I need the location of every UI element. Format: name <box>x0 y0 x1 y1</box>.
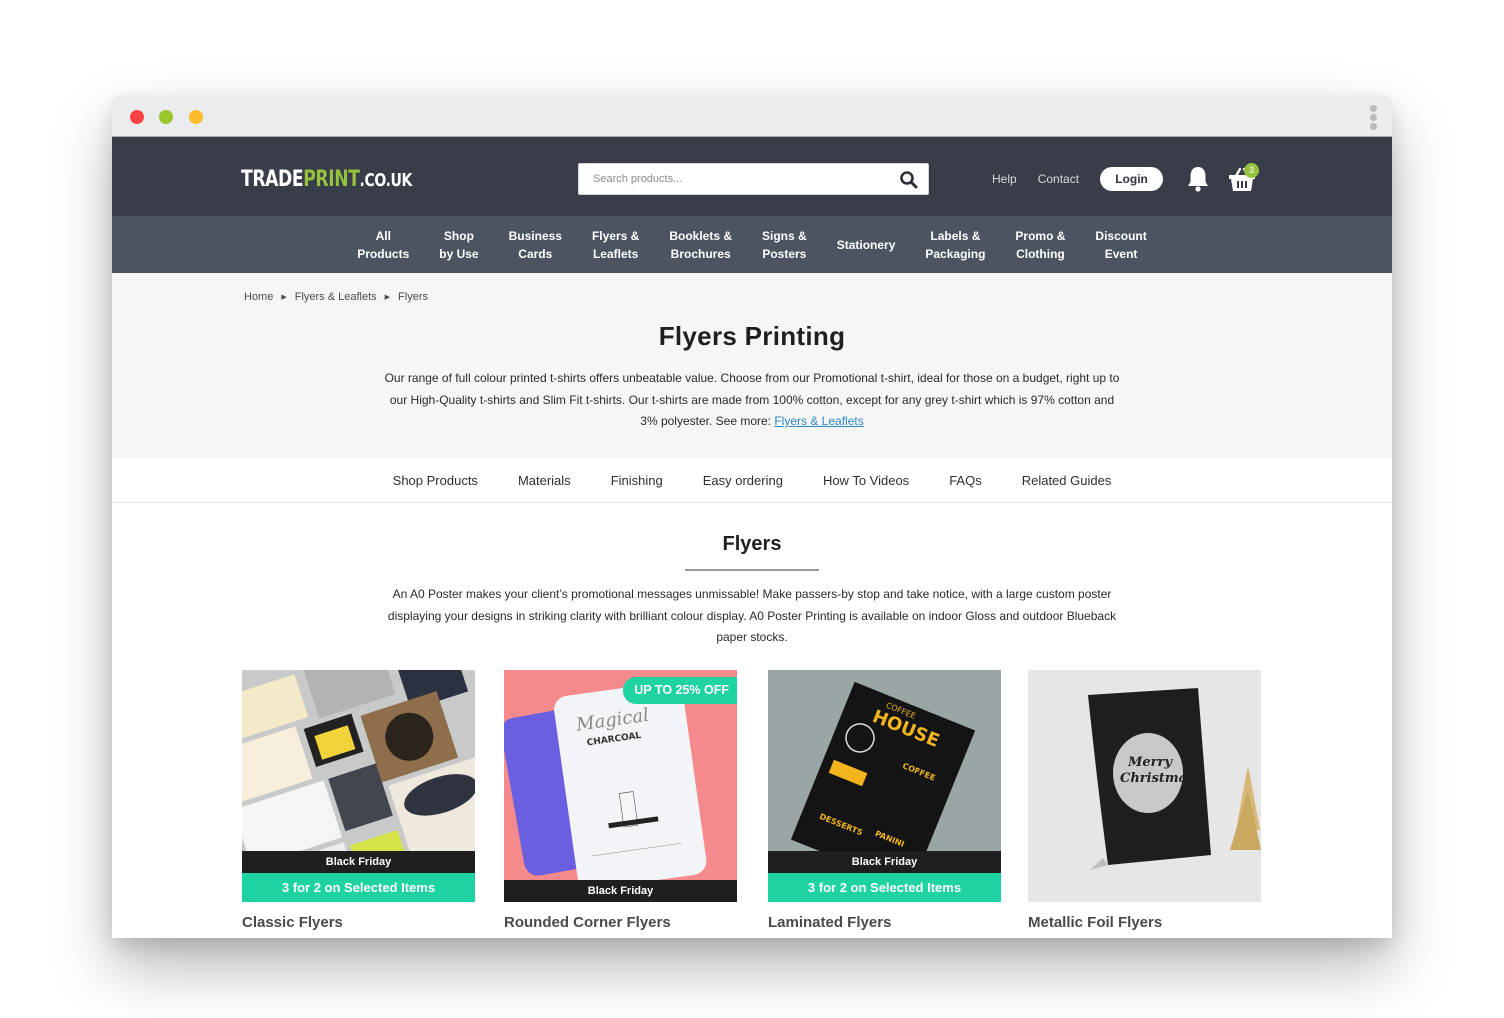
breadcrumb-separator-icon: ▶ <box>281 294 287 301</box>
nav-item-shop-by-use[interactable]: Shop by Use <box>424 227 493 263</box>
product-image[interactable]: Black Friday 3 for 2 on Selected Items <box>242 670 475 902</box>
section-tabs: Shop Products Materials Finishing Easy o… <box>112 458 1392 503</box>
main-nav: All Products Shop by Use Business Cards … <box>112 216 1392 273</box>
product-image[interactable]: Merry Christmas <box>1028 670 1261 902</box>
breadcrumb-current: Flyers <box>398 291 428 303</box>
page-title: Flyers Printing <box>658 321 846 351</box>
nav-item-stationery[interactable]: Stationery <box>822 236 911 254</box>
nav-item-promo-clothing[interactable]: Promo & Clothing <box>1000 227 1080 263</box>
nav-item-labels-packaging[interactable]: Labels & Packaging <box>910 227 1000 263</box>
logo-print-text: PRINT <box>303 167 360 192</box>
product-image[interactable]: Magical CHARCOAL UP TO 25% OFF Black Fri… <box>504 670 737 902</box>
browser-titlebar <box>112 95 1392 137</box>
bell-icon[interactable] <box>1186 165 1210 193</box>
breadcrumb: Home ▶ Flyers & Leaflets ▶ Flyers <box>244 291 428 303</box>
hero-section: Home ▶ Flyers & Leaflets ▶ Flyers Flyers… <box>112 273 1392 458</box>
kebab-menu-icon[interactable] <box>1370 105 1378 132</box>
cart-count-badge: 3 <box>1244 163 1259 178</box>
maximize-window-button[interactable] <box>189 110 203 124</box>
tab-related-guides[interactable]: Related Guides <box>1022 473 1112 488</box>
breadcrumb-separator-icon: ▶ <box>384 294 391 301</box>
tab-how-to-videos[interactable]: How To Videos <box>823 473 909 488</box>
header-links: Help Contact Login <box>992 166 1164 192</box>
product-card-laminated-flyers[interactable]: HOUSE COFFEE COFFEE PANINI DESSERTS Blac… <box>768 670 1001 931</box>
product-name[interactable]: Metallic Foil Flyers <box>1028 914 1261 931</box>
product-name[interactable]: Laminated Flyers <box>768 914 1001 931</box>
minimize-window-button[interactable] <box>159 110 173 124</box>
product-name[interactable]: Rounded Corner Flyers <box>504 914 737 931</box>
nav-item-signs-posters[interactable]: Signs & Posters <box>747 227 822 263</box>
black-friday-badge: Black Friday <box>768 851 1001 873</box>
tab-easy-ordering[interactable]: Easy ordering <box>703 473 783 488</box>
browser-window: TRADEPRINT.CO.UK Help Contact Login 3 Al… <box>112 95 1392 938</box>
tab-shop-products[interactable]: Shop Products <box>393 473 478 488</box>
black-friday-badge: Black Friday <box>504 880 737 902</box>
nav-item-flyers-leaflets[interactable]: Flyers & Leaflets <box>577 227 654 263</box>
search-input[interactable] <box>579 164 879 194</box>
hero-description: Our range of full colour printed t-shirt… <box>382 368 1122 433</box>
hero-description-text: Our range of full colour printed t-shirt… <box>384 371 1120 428</box>
site-logo[interactable]: TRADEPRINT.CO.UK <box>241 167 412 194</box>
products-section: Flyers An A0 Poster makes your client’s … <box>112 503 1392 938</box>
product-image[interactable]: HOUSE COFFEE COFFEE PANINI DESSERTS Blac… <box>768 670 1001 902</box>
tab-materials[interactable]: Materials <box>518 473 571 488</box>
section-description: An A0 Poster makes your client’s promoti… <box>387 587 1117 644</box>
search-icon[interactable] <box>899 170 919 190</box>
product-card-rounded-corner-flyers[interactable]: Magical CHARCOAL UP TO 25% OFF Black Fri… <box>504 670 737 931</box>
logo-tld-text: .CO.UK <box>359 170 413 191</box>
promo-band: 3 for 2 on Selected Items <box>242 873 475 902</box>
tab-faqs[interactable]: FAQs <box>949 473 982 488</box>
tab-finishing[interactable]: Finishing <box>611 473 663 488</box>
product-name[interactable]: Classic Flyers <box>242 914 475 931</box>
see-more-link[interactable]: Flyers & Leaflets <box>774 414 863 428</box>
nav-item-business-cards[interactable]: Business Cards <box>494 227 577 263</box>
breadcrumb-home[interactable]: Home <box>244 291 273 303</box>
section-divider <box>685 569 819 571</box>
login-button[interactable]: Login <box>1100 167 1164 191</box>
help-link[interactable]: Help <box>992 172 1017 186</box>
nav-item-booklets-brochures[interactable]: Booklets & Brochures <box>654 227 747 263</box>
search-box <box>578 163 929 195</box>
close-window-button[interactable] <box>130 110 144 124</box>
basket-icon[interactable]: 3 <box>1228 163 1260 193</box>
nav-item-discount-event[interactable]: Discount Event <box>1080 227 1161 263</box>
nav-item-all-products[interactable]: All Products <box>342 227 424 263</box>
product-card-classic-flyers[interactable]: Black Friday 3 for 2 on Selected Items C… <box>242 670 475 931</box>
site-header: TRADEPRINT.CO.UK Help Contact Login 3 <box>112 137 1392 216</box>
logo-trade-text: TRADE <box>241 167 304 192</box>
section-title: Flyers <box>722 533 782 555</box>
breadcrumb-flyers-leaflets[interactable]: Flyers & Leaflets <box>295 291 377 303</box>
discount-ribbon: UP TO 25% OFF <box>623 677 737 704</box>
promo-band: 3 for 2 on Selected Items <box>768 873 1001 902</box>
product-card-metallic-foil-flyers[interactable]: Merry Christmas Metallic Foil Flyers <box>1028 670 1261 931</box>
black-friday-badge: Black Friday <box>242 851 475 873</box>
contact-link[interactable]: Contact <box>1038 172 1079 186</box>
